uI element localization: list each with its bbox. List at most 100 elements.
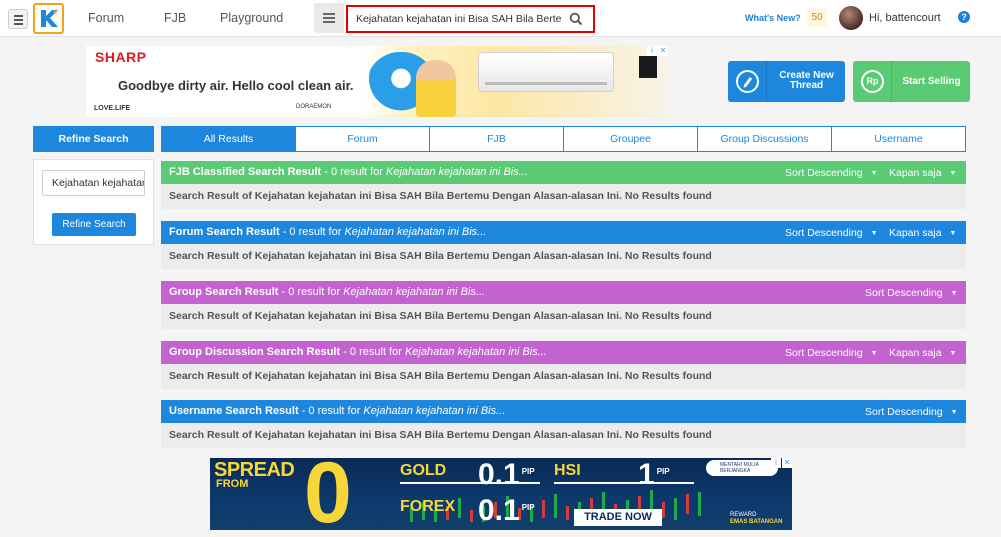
refine-search-button[interactable]: Refine Search: [52, 213, 136, 236]
whats-new-link[interactable]: What's New?: [745, 13, 801, 23]
search-input[interactable]: [356, 11, 562, 27]
avatar[interactable]: [839, 6, 863, 30]
result-count: - 0 result for: [279, 226, 345, 238]
chevron-down-icon: ▼: [870, 170, 878, 177]
ad-sponsor-logo: MENTARI MULIA BERJANGKA: [706, 460, 778, 476]
no-results-message: Search Result of Kejahatan kejahatan ini…: [161, 304, 966, 329]
sort-dropdown[interactable]: Sort Descending ▼: [785, 347, 878, 359]
result-count: - 0 result for: [340, 346, 405, 358]
trading-banner-ad[interactable]: SPREAD FROM 0 GOLD 0.1 PIP HSI 1 PIP FOREX…: [210, 458, 792, 530]
section-title: FJB Classified Search Result: [169, 166, 322, 178]
nav-fjb-link[interactable]: FJB: [164, 11, 186, 25]
search-query: Kejahatan kejahatan ini Bis...: [386, 166, 528, 178]
chevron-down-icon: ▼: [950, 409, 958, 416]
refine-search-input[interactable]: [42, 170, 145, 196]
ad-gold-value: 0.1 PIP: [478, 458, 535, 491]
ad-from-text: FROM: [216, 478, 249, 490]
air-conditioner-image: [478, 52, 614, 92]
refine-search-header: Refine Search: [33, 126, 154, 152]
hamburger-icon[interactable]: [314, 3, 344, 33]
menu-icon[interactable]: [8, 9, 28, 29]
pencil-icon: [736, 70, 759, 93]
result-count: - 0 result for: [298, 405, 364, 417]
ad-forex-label: FOREX: [400, 498, 456, 515]
no-results-message: Search Result of Kejahatan kejahatan ini…: [161, 184, 966, 209]
search-query: Kejahatan kejahatan ini Bis...: [404, 346, 547, 358]
ad-slogan: Goodbye dirty air. Hello cool clean air.: [118, 78, 354, 93]
section-header: Group Discussion Search Result - 0 resul…: [161, 341, 966, 364]
rupiah-icon: Rp: [861, 70, 884, 93]
ad-credit: DORAEMON: [296, 104, 332, 110]
time-filter-dropdown[interactable]: Kapan saja ▼: [889, 227, 956, 239]
nav-playground-link[interactable]: Playground: [220, 11, 283, 25]
time-filter-dropdown[interactable]: Kapan saja ▼: [889, 347, 956, 359]
start-selling-label: Start Selling: [902, 76, 961, 87]
chevron-down-icon: ▼: [949, 170, 957, 177]
time-filter-dropdown[interactable]: Kapan saja ▼: [889, 167, 956, 179]
tab-username[interactable]: Username: [832, 126, 966, 152]
search-bar: [346, 5, 595, 33]
ad-hsi-label: HSI: [554, 462, 581, 479]
chevron-down-icon: ▼: [949, 350, 957, 357]
sort-dropdown[interactable]: Sort Descending ▼: [785, 167, 878, 179]
nav-forum-link[interactable]: Forum: [88, 11, 124, 25]
no-results-message: Search Result of Kejahatan kejahatan ini…: [161, 423, 966, 448]
chevron-down-icon: ▼: [870, 230, 878, 237]
search-icon[interactable]: [569, 12, 583, 26]
ad-gold-label: GOLD: [400, 462, 447, 479]
help-icon[interactable]: ?: [958, 11, 970, 23]
username-result-section: Username Search Result - 0 result for Ke…: [161, 400, 966, 448]
ad-info-icon[interactable]: i: [647, 46, 657, 56]
section-header: FJB Classified Search Result - 0 result …: [161, 161, 966, 184]
tab-forum[interactable]: Forum: [296, 126, 430, 152]
search-query: Kejahatan kejahatan ini Bis...: [363, 405, 506, 417]
child-image: [416, 60, 456, 117]
ad-tagline: LOVE.LIFE: [94, 105, 131, 112]
search-query: Kejahatan kejahatan ini Bis...: [343, 286, 486, 298]
group-result-section: Group Search Result - 0 result for Kejah…: [161, 281, 966, 329]
ad-info-icon[interactable]: i: [771, 458, 781, 468]
section-title: Username Search Result: [169, 405, 299, 417]
ad-close-icon[interactable]: ✕: [782, 458, 792, 468]
result-count: - 0 result for: [321, 166, 387, 178]
chevron-down-icon: ▼: [950, 290, 958, 297]
tab-groupee[interactable]: Groupee: [564, 126, 698, 152]
ad-reward-text: REWARD EMAS BATANGAN: [730, 512, 783, 525]
start-selling-button[interactable]: Rp Start Selling: [853, 61, 970, 102]
ad-product-mark: [639, 56, 657, 78]
section-title: Group Search Result: [169, 286, 279, 298]
kaskus-logo[interactable]: [33, 3, 64, 34]
chevron-down-icon: ▼: [949, 230, 957, 237]
no-results-message: Search Result of Kejahatan kejahatan ini…: [161, 364, 966, 389]
forum-result-section: Forum Search Result - 0 result for Kejah…: [161, 221, 966, 269]
section-header: Group Search Result - 0 result for Kejah…: [161, 281, 966, 304]
chevron-down-icon: ▼: [870, 350, 878, 357]
sort-dropdown[interactable]: Sort Descending ▼: [865, 287, 958, 299]
tab-fjb[interactable]: FJB: [430, 126, 564, 152]
create-new-thread-button[interactable]: Create New Thread: [728, 61, 845, 102]
sort-dropdown[interactable]: Sort Descending ▼: [785, 227, 878, 239]
tab-group-discussions[interactable]: Group Discussions: [698, 126, 832, 152]
ad-zero-text: 0: [304, 458, 352, 530]
sort-dropdown[interactable]: Sort Descending ▼: [865, 406, 958, 418]
tab-all-results[interactable]: All Results: [161, 126, 296, 152]
section-title: Group Discussion Search Result: [169, 346, 341, 358]
create-thread-label: Create New Thread: [779, 70, 834, 91]
fjb-result-section: FJB Classified Search Result - 0 result …: [161, 161, 966, 209]
group-discussion-result-section: Group Discussion Search Result - 0 resul…: [161, 341, 966, 389]
ad-forex-value: 0.1 PIP: [478, 494, 535, 527]
ad-close-icon[interactable]: ✕: [658, 46, 668, 56]
sharp-banner-ad[interactable]: SHARP Goodbye dirty air. Hello cool clea…: [86, 46, 668, 117]
top-navbar: Forum FJB Playground What's New? 50 Hi, …: [0, 0, 1001, 37]
user-greeting[interactable]: Hi, battencourt: [869, 12, 941, 24]
search-query: Kejahatan kejahatan ini Bis...: [344, 226, 487, 238]
ad-brand: SHARP: [95, 49, 147, 65]
no-results-message: Search Result of Kejahatan kejahatan ini…: [161, 244, 966, 269]
section-title: Forum Search Result: [169, 226, 280, 238]
section-header: Username Search Result - 0 result for Ke…: [161, 400, 966, 423]
result-count: - 0 result for: [278, 286, 344, 298]
ad-hsi-value: 1 PIP: [638, 458, 670, 491]
notification-badge[interactable]: 50: [807, 9, 827, 27]
trade-now-button[interactable]: TRADE NOW: [574, 509, 662, 526]
refine-search-panel: Refine Search: [33, 159, 154, 245]
